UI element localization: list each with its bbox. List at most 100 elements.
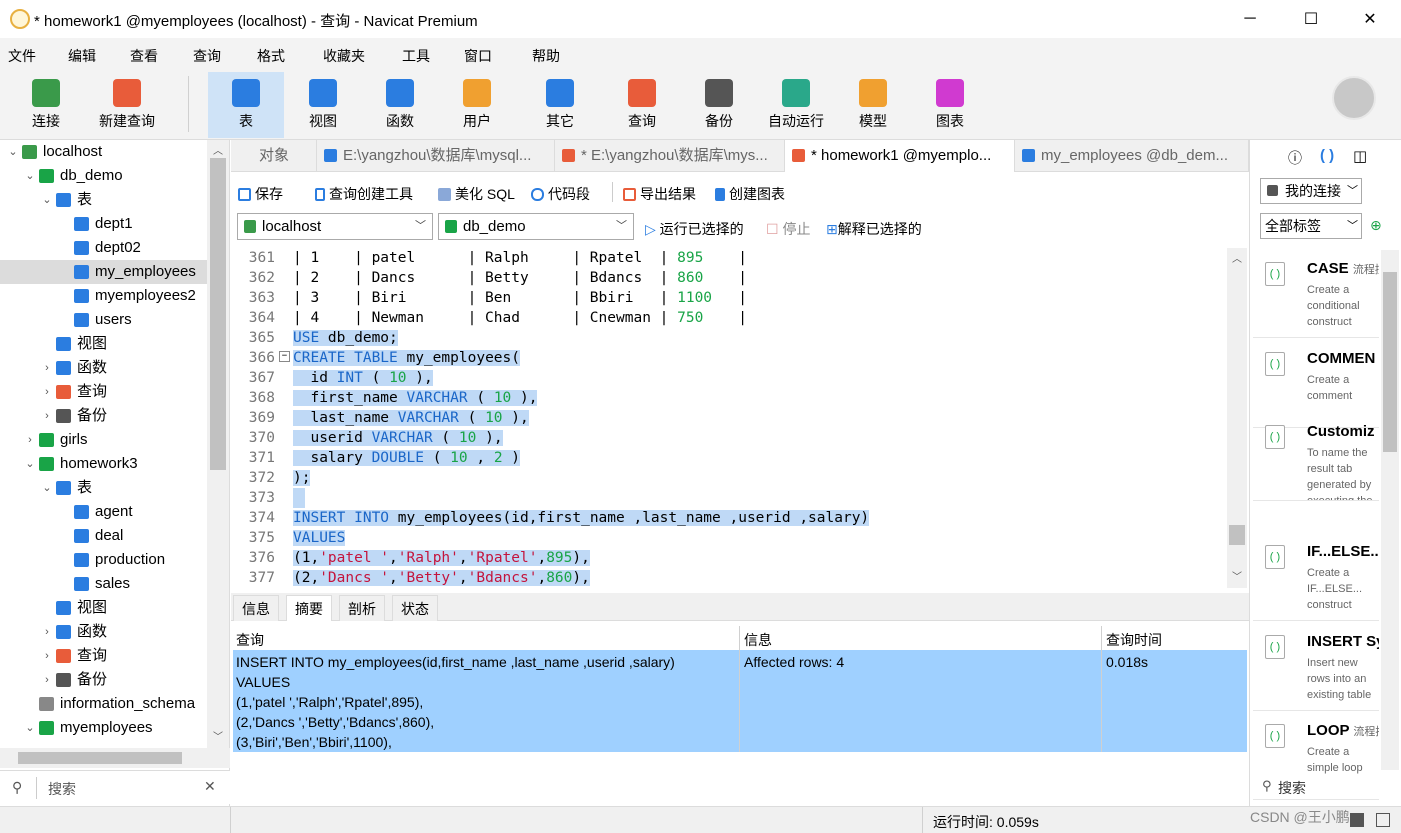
menu-view[interactable]: 查看 — [130, 46, 158, 66]
tab-status[interactable]: 状态 — [392, 595, 438, 621]
menu-tools[interactable]: 工具 — [402, 46, 430, 66]
snippet-item[interactable]: ( ) Customiz To name the result tab gener… — [1253, 413, 1379, 501]
layout-icon[interactable]: ◫ — [1353, 147, 1367, 165]
beautify-sql-button[interactable]: 美化 SQL — [438, 184, 515, 204]
scroll-down-icon[interactable]: ﹀ — [213, 728, 223, 743]
code-line[interactable]: CREATE TABLE my_employees( — [293, 348, 520, 368]
code-line[interactable]: first_name VARCHAR ( 10 ), — [293, 388, 538, 408]
column-divider[interactable] — [739, 626, 740, 752]
chevron-right-icon[interactable]: › — [41, 380, 53, 404]
toolbar-user-button[interactable]: 用户 — [439, 72, 515, 138]
tree-item[interactable]: › 函数 — [0, 356, 207, 380]
explain-selected-button[interactable]: ⊞解释已选择的 — [826, 219, 922, 239]
tab-homework1[interactable]: * homework1 @myemplo... — [785, 140, 1015, 172]
tree-item[interactable]: information_schema — [0, 692, 207, 716]
editor-scroll-thumb[interactable] — [1229, 525, 1245, 545]
code-line[interactable]: salary DOUBLE ( 10 , 2 ) — [293, 448, 521, 468]
tree-item[interactable]: sales — [0, 572, 207, 596]
tree-item[interactable]: 视图 — [0, 332, 207, 356]
snippet-scroll-thumb[interactable] — [1383, 272, 1397, 452]
tree-item[interactable]: › 查询 — [0, 644, 207, 668]
snippet-item[interactable]: ( ) IF...ELSE... Create a IF...ELSE... co… — [1253, 533, 1379, 621]
tree-item[interactable]: production — [0, 548, 207, 572]
column-header-info[interactable]: 信息 — [744, 630, 772, 650]
column-header-time[interactable]: 查询时间 — [1106, 630, 1162, 650]
menu-window[interactable]: 窗口 — [464, 46, 492, 66]
connection-select[interactable]: localhost ﹀ — [237, 213, 433, 240]
code-snippet-button[interactable]: 代码段 — [531, 184, 590, 204]
snippet-item[interactable]: ( ) INSERT Sy Insert new rows into an exi… — [1253, 623, 1379, 711]
tree-item[interactable]: › 备份 — [0, 668, 207, 692]
toolbar-new-query-button[interactable]: 新建查询 — [89, 72, 165, 138]
tree-hscroll-thumb[interactable] — [18, 752, 182, 764]
toolbar-chart-button[interactable]: 图表 — [912, 72, 988, 138]
code-line[interactable]: userid VARCHAR ( 10 ), — [293, 428, 503, 448]
tab-sql-file-1[interactable]: E:\yangzhou\数据库\mysql... — [317, 140, 555, 172]
tree-item[interactable]: ⌄ db_demo — [0, 164, 207, 188]
code-line[interactable]: ); — [293, 468, 311, 488]
chevron-right-icon[interactable]: › — [41, 620, 53, 644]
code-line[interactable]: (1,'patel ','Ralph','Rpatel',895), — [293, 548, 590, 568]
fold-toggle-icon[interactable]: − — [279, 351, 290, 362]
close-button[interactable]: ✕ — [1347, 0, 1393, 38]
menu-edit[interactable]: 编辑 — [68, 46, 96, 66]
add-snippet-icon[interactable]: ⊕ — [1370, 217, 1382, 234]
chevron-down-icon[interactable]: ⌄ — [24, 164, 36, 188]
tree-item[interactable]: › 备份 — [0, 404, 207, 428]
tree-item[interactable]: ⌄ 表 — [0, 188, 207, 212]
tree-item[interactable]: dept1 — [0, 212, 207, 236]
toolbar-tools-button[interactable]: 其它 — [522, 72, 598, 138]
code-snippet-icon[interactable]: ( ) — [1320, 147, 1334, 164]
my-connections-select[interactable]: 我的连接 ﹀ — [1260, 178, 1362, 204]
chevron-down-icon[interactable]: ⌄ — [24, 716, 36, 740]
minimize-button[interactable]: ─ — [1227, 0, 1273, 38]
tree-item[interactable]: › 函数 — [0, 620, 207, 644]
toolbar-function-button[interactable]: 函数 — [362, 72, 438, 138]
tab-info[interactable]: 信息 — [233, 595, 279, 621]
code-line[interactable]: last_name VARCHAR ( 10 ), — [293, 408, 529, 428]
tree-item[interactable]: › 查询 — [0, 380, 207, 404]
chevron-right-icon[interactable]: › — [41, 668, 53, 692]
code-line[interactable]: USE db_demo; — [293, 328, 398, 348]
tree-item[interactable]: ⌄ 表 — [0, 476, 207, 500]
column-header-query[interactable]: 查询 — [236, 630, 264, 650]
scroll-up-icon[interactable]: ︿ — [1232, 250, 1242, 265]
code-line[interactable]: INSERT INTO my_employees(id,first_name ,… — [293, 508, 870, 528]
chevron-down-icon[interactable]: ⌄ — [41, 188, 53, 212]
chevron-right-icon[interactable]: › — [41, 356, 53, 380]
chevron-right-icon[interactable]: › — [24, 428, 36, 452]
tab-profile[interactable]: 剖析 — [339, 595, 385, 621]
menu-format[interactable]: 格式 — [257, 46, 285, 66]
menu-help[interactable]: 帮助 — [532, 46, 560, 66]
result-row[interactable]: INSERT INTO my_employees(id,first_name ,… — [233, 650, 1247, 752]
code-line[interactable]: | 4 | Newman | Chad | Cnewman | 750 | — [293, 308, 747, 328]
chevron-right-icon[interactable]: › — [41, 404, 53, 428]
menu-favorites[interactable]: 收藏夹 — [323, 46, 365, 66]
tree-item[interactable]: ⌄ myemployees — [0, 716, 207, 740]
user-avatar[interactable] — [1332, 76, 1376, 120]
form-view-icon[interactable] — [1376, 813, 1390, 827]
toolbar-view-button[interactable]: 视图 — [285, 72, 361, 138]
grid-view-icon[interactable] — [1350, 813, 1364, 827]
tree-item[interactable]: users — [0, 308, 207, 332]
create-chart-button[interactable]: 创建图表 — [715, 184, 785, 204]
snippet-item[interactable]: ( ) CASE 流程控 Create a conditional construc… — [1253, 250, 1379, 338]
query-builder-button[interactable]: 查询创建工具 — [315, 184, 413, 204]
code-line[interactable]: (2,'Dancs ','Betty','Bdancs',860), — [293, 568, 590, 588]
tab-summary[interactable]: 摘要 — [286, 595, 332, 621]
tab-my-employees[interactable]: my_employees @db_dem... — [1015, 140, 1249, 172]
tree-item[interactable]: ⌄ localhost — [0, 140, 207, 164]
code-line[interactable]: id INT ( 10 ), — [293, 368, 433, 388]
tree-item[interactable]: my_employees — [0, 260, 207, 284]
info-icon[interactable]: ⓘ — [1288, 148, 1302, 168]
scroll-down-icon[interactable]: ﹀ — [1232, 568, 1242, 583]
stop-button[interactable]: ☐ 停止 — [766, 219, 810, 239]
snippet-item[interactable]: ( ) LOOP 流程控 Create a simple loop — [1253, 712, 1379, 800]
maximize-button[interactable]: ☐ — [1288, 0, 1334, 38]
code-line[interactable]: | 2 | Dancs | Betty | Bdancs | 860 | — [293, 268, 747, 288]
tab-sql-file-2[interactable]: * E:\yangzhou\数据库\mys... — [555, 140, 785, 172]
tree-item[interactable]: 视图 — [0, 596, 207, 620]
sql-editor[interactable]: 361 | 1 | patel | Ralph | Rpatel | 895 | 3… — [233, 248, 1227, 588]
chevron-down-icon[interactable]: ⌄ — [41, 476, 53, 500]
tree-item[interactable]: › girls — [0, 428, 207, 452]
